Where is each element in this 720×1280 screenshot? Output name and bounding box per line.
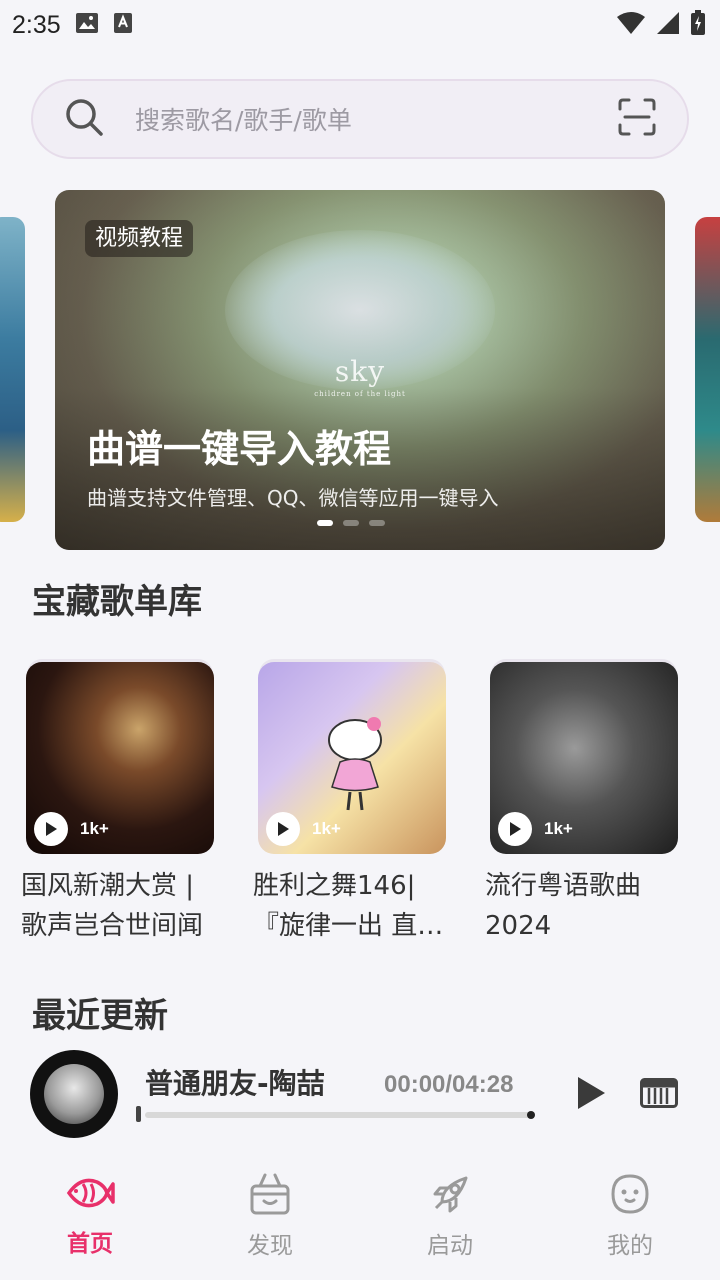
- banner-subtitle: 曲谱支持文件管理、QQ、微信等应用一键导入: [87, 486, 499, 510]
- wifi-icon: [616, 11, 646, 39]
- status-time: 2:35: [12, 10, 61, 39]
- nav-profile[interactable]: 我的: [540, 1160, 720, 1280]
- banner-logo: sky children of the light: [314, 355, 406, 398]
- song-title[interactable]: 普通朋友-陶喆: [145, 1062, 325, 1102]
- nav-label[interactable]: 首页: [67, 1224, 113, 1258]
- banner-dot: [343, 520, 359, 526]
- section-title-recent: 最近更新: [32, 996, 168, 1036]
- signal-icon: [656, 11, 680, 39]
- banner-dot: [369, 520, 385, 526]
- playlist-name[interactable]: 流行粤语歌曲2024: [485, 866, 685, 946]
- progress-start-marker: [136, 1106, 141, 1122]
- basket-icon[interactable]: [247, 1172, 293, 1220]
- nav-discover[interactable]: 发现: [180, 1160, 360, 1280]
- playlist-name[interactable]: 国风新潮大赏 | 歌声岂合世间闻: [21, 866, 221, 946]
- play-icon[interactable]: [266, 812, 300, 846]
- playlist-cover[interactable]: 1k+: [258, 662, 446, 854]
- battery-icon: [690, 10, 706, 40]
- banner-next-card[interactable]: [695, 217, 720, 522]
- song-time: 00:00/04:28: [384, 1071, 514, 1098]
- search-bar[interactable]: 搜索歌名/歌手/歌单: [31, 79, 689, 159]
- playlist-cover[interactable]: 1k+: [26, 662, 214, 854]
- face-icon[interactable]: [607, 1172, 653, 1220]
- nav-label[interactable]: 发现: [247, 1226, 293, 1260]
- progress-bar[interactable]: [145, 1112, 532, 1118]
- playlist-cover[interactable]: 1k+: [490, 662, 678, 854]
- scan-icon[interactable]: [617, 97, 657, 141]
- playlist-card[interactable]: 1k+ 胜利之舞146|『旋律一出 直…: [253, 662, 448, 946]
- play-count: 1k+: [544, 819, 573, 838]
- banner-title: 曲谱一键导入教程: [87, 427, 392, 471]
- banner-dot: [317, 520, 333, 526]
- banner-prev-card[interactable]: [0, 217, 25, 522]
- gallery-icon: [75, 12, 99, 38]
- banner-indicator: [317, 520, 385, 526]
- fish-icon[interactable]: [65, 1172, 115, 1218]
- rocket-icon[interactable]: [428, 1172, 472, 1220]
- piano-icon[interactable]: [640, 1078, 678, 1112]
- play-button[interactable]: [572, 1074, 608, 1116]
- playlist-card[interactable]: 1k+ 流行粤语歌曲2024: [485, 662, 680, 946]
- nav-label[interactable]: 我的: [607, 1226, 653, 1260]
- play-icon[interactable]: [498, 812, 532, 846]
- play-count: 1k+: [312, 819, 341, 838]
- section-title-playlists: 宝藏歌单库: [32, 582, 202, 622]
- playlist-name[interactable]: 胜利之舞146|『旋律一出 直…: [253, 866, 453, 946]
- progress-end-marker: [527, 1111, 535, 1119]
- song-avatar[interactable]: [30, 1050, 118, 1138]
- banner-card[interactable]: sky children of the light 视频教程 曲谱一键导入教程 …: [55, 190, 665, 550]
- font-icon: [113, 12, 133, 38]
- nav-home[interactable]: 首页: [0, 1160, 180, 1280]
- banner-tag: 视频教程: [85, 220, 194, 257]
- character-illustration: [328, 717, 382, 811]
- playlist-card[interactable]: 1k+ 国风新潮大赏 | 歌声岂合世间闻: [21, 662, 216, 946]
- nav-label[interactable]: 启动: [427, 1226, 473, 1260]
- play-count: 1k+: [80, 819, 109, 838]
- status-bar: 2:35: [0, 0, 720, 50]
- nav-launch[interactable]: 启动: [360, 1160, 540, 1280]
- play-icon[interactable]: [34, 812, 68, 846]
- search-input[interactable]: 搜索歌名/歌手/歌单: [135, 101, 617, 137]
- search-icon[interactable]: [63, 96, 105, 142]
- bottom-nav: 首页 发现 启动 我的: [0, 1160, 720, 1280]
